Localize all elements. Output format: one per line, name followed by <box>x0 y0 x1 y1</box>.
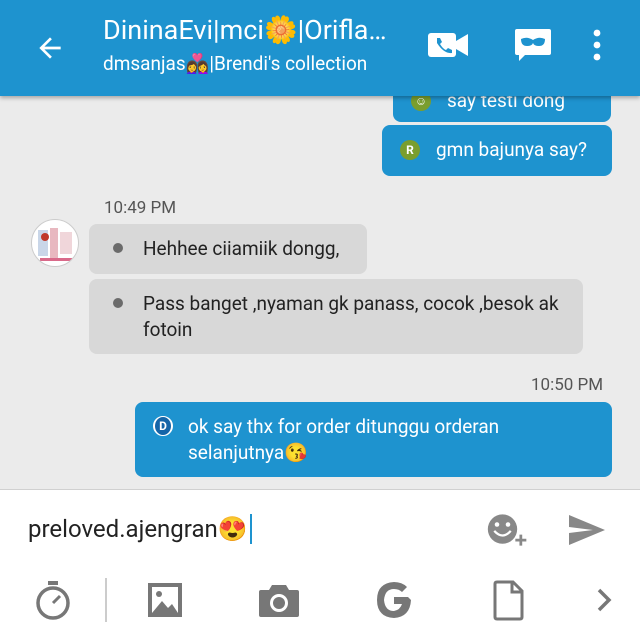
more-options-button[interactable] <box>571 20 623 70</box>
google-g-icon <box>377 582 411 618</box>
message-text: Hehhee ciiamiik dongg, <box>143 237 340 260</box>
send-button[interactable] <box>565 508 609 552</box>
back-button[interactable] <box>26 24 74 72</box>
message-input[interactable]: preloved.ajengran😍 <box>28 508 468 550</box>
more-vert-icon <box>593 29 601 61</box>
toolbar-divider <box>105 578 107 622</box>
message-list[interactable]: ☺ say testi dong R gmn bajunya say? 10:4… <box>0 96 640 489</box>
more-tools-button[interactable] <box>582 578 626 622</box>
video-call-button[interactable] <box>422 20 474 70</box>
timestamp: 10:49 PM <box>104 198 177 218</box>
compose-area: preloved.ajengran😍 <box>0 489 640 640</box>
message-bubble-incoming[interactable]: Pass banget ,nyaman gk panass, cocok ,be… <box>89 279 583 354</box>
emoji-add-icon <box>487 514 527 546</box>
message-text: say testi dong <box>447 96 566 112</box>
message-bubble-outgoing[interactable]: ☺ say testi dong <box>393 96 611 122</box>
mask-icon <box>515 29 551 61</box>
message-text: ok say thx for order ditunggu orderan se… <box>188 415 500 464</box>
arrow-left-icon <box>39 37 61 59</box>
chevron-right-icon <box>597 588 612 612</box>
text-cursor <box>249 514 252 544</box>
message-bubble-outgoing[interactable]: D ok say thx for order ditunggu orderan … <box>135 402 612 477</box>
camera-button[interactable] <box>257 578 301 622</box>
message-text: Pass banget ,nyaman gk panass, cocok ,be… <box>143 292 559 341</box>
sender-badge: R <box>400 140 420 160</box>
mask-button[interactable] <box>507 20 559 70</box>
google-button[interactable] <box>372 578 416 622</box>
timer-button[interactable] <box>31 578 75 622</box>
camera-icon <box>259 585 299 617</box>
message-input-value: preloved.ajengran😍 <box>28 515 248 543</box>
message-bubble-incoming[interactable]: Hehhee ciiamiik dongg, <box>89 224 367 274</box>
chat-subtitle[interactable]: dmsanjas👩‍❤️‍👩|Brendi's collection <box>103 50 403 78</box>
sender-badge: D <box>153 416 173 436</box>
send-icon <box>569 515 605 545</box>
file-button[interactable] <box>487 578 531 622</box>
timer-icon <box>36 581 70 620</box>
avatar[interactable] <box>31 219 79 267</box>
emoji-button[interactable] <box>486 508 530 552</box>
bullet-dot <box>113 298 123 308</box>
image-icon <box>148 583 182 617</box>
message-text: gmn bajunya say? <box>436 138 587 161</box>
app-header: DininaEvi|mci🌼|Oriflame dmsanjas👩‍❤️‍👩|B… <box>0 0 640 96</box>
image-button[interactable] <box>143 578 187 622</box>
video-call-icon <box>428 33 468 57</box>
sender-badge: ☺ <box>411 96 431 111</box>
timestamp: 10:50 PM <box>531 375 604 395</box>
message-bubble-outgoing[interactable]: R gmn bajunya say? <box>382 125 612 176</box>
bullet-dot <box>113 243 123 253</box>
chat-title[interactable]: DininaEvi|mci🌼|Oriflame <box>103 12 403 48</box>
file-icon <box>493 580 524 621</box>
